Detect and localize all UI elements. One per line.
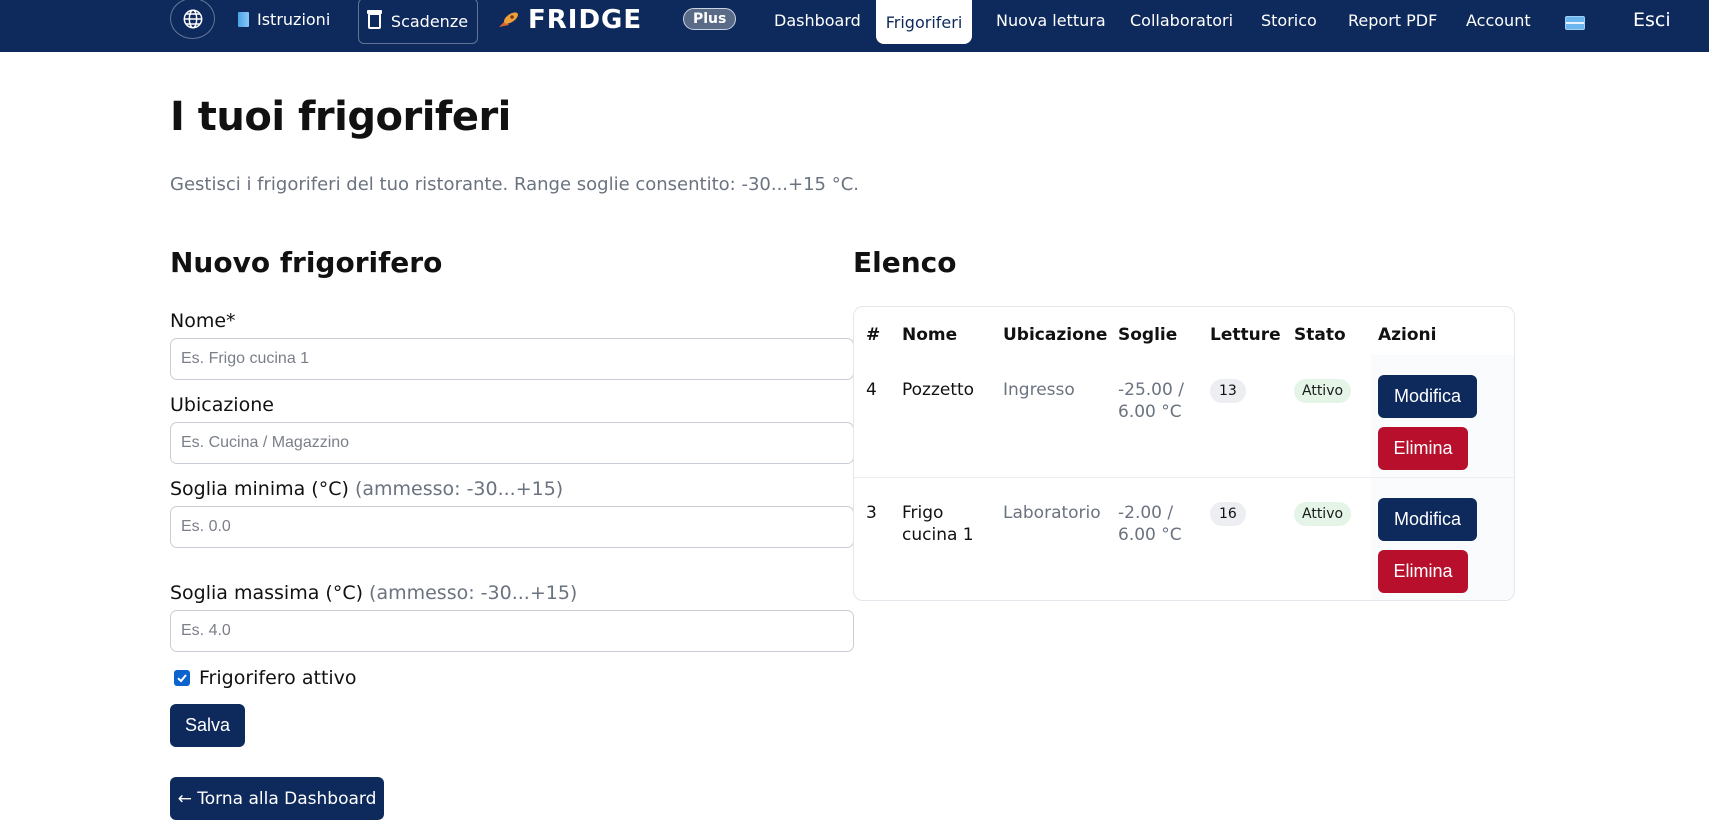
soglia-massima-hint: (ammesso: -30...+15) bbox=[369, 582, 578, 604]
istruzioni-label: Istruzioni bbox=[257, 9, 331, 29]
istruzioni-link[interactable]: Istruzioni bbox=[238, 0, 330, 38]
top-navbar: Istruzioni Scadenze FRIDGE Plus Dashboar… bbox=[0, 0, 1709, 52]
form-heading: Nuovo frigorifero bbox=[170, 246, 443, 279]
brand-logo[interactable]: FRIDGE bbox=[496, 0, 642, 40]
soglia-minima-input[interactable] bbox=[170, 506, 854, 548]
plan-badge: Plus bbox=[683, 8, 737, 30]
col-id: # bbox=[866, 325, 881, 345]
language-button[interactable] bbox=[170, 0, 215, 39]
delete-button[interactable]: Elimina bbox=[1378, 427, 1468, 470]
page-title: I tuoi frigoriferi bbox=[170, 94, 511, 140]
row-id: 4 bbox=[866, 380, 877, 400]
row-soglie: -2.00 / 6.00 °C bbox=[1118, 503, 1182, 545]
letture-badge: 13 bbox=[1210, 379, 1246, 403]
soglia-massima-text: Soglia massima (°C) bbox=[170, 582, 363, 604]
col-stato: Stato bbox=[1294, 325, 1346, 345]
book-icon bbox=[238, 11, 249, 27]
list-heading: Elenco bbox=[853, 246, 957, 279]
brand-name: FRIDGE bbox=[528, 5, 643, 35]
nav-dashboard[interactable]: Dashboard bbox=[774, 0, 861, 40]
soglia-minima-hint: (ammesso: -30...+15) bbox=[354, 478, 564, 500]
col-ubicazione: Ubicazione bbox=[1003, 325, 1108, 345]
ubicazione-input[interactable] bbox=[170, 422, 854, 464]
nav-report-pdf[interactable]: Report PDF bbox=[1348, 0, 1437, 40]
attivo-checkbox-row[interactable]: Frigorifero attivo bbox=[174, 667, 357, 689]
nav-account[interactable]: Account bbox=[1466, 0, 1531, 40]
row-ubicazione: Laboratorio bbox=[1003, 503, 1101, 523]
table-row: 3 Frigo cucina 1 Laboratorio -2.00 / 6.0… bbox=[854, 477, 1514, 600]
col-soglie: Soglie bbox=[1118, 325, 1178, 345]
attivo-checkbox[interactable] bbox=[174, 670, 190, 686]
fridges-table: # Nome Ubicazione Soglie Letture Stato A… bbox=[853, 306, 1515, 601]
nav-collaboratori[interactable]: Collaboratori bbox=[1130, 0, 1233, 40]
edit-button[interactable]: Modifica bbox=[1378, 498, 1477, 541]
soglia-minima-text: Soglia minima (°C) bbox=[170, 478, 349, 500]
scadenze-label: Scadenze bbox=[390, 11, 469, 31]
status-badge: Attivo bbox=[1294, 379, 1352, 403]
globe-icon bbox=[183, 9, 202, 28]
letture-badge: 16 bbox=[1210, 502, 1246, 526]
save-button[interactable]: Salva bbox=[170, 704, 245, 747]
nav-storico[interactable]: Storico bbox=[1261, 0, 1317, 40]
col-nome: Nome bbox=[902, 325, 958, 345]
row-ubicazione: Ingresso bbox=[1003, 380, 1075, 400]
jar-icon bbox=[366, 10, 382, 29]
delete-button[interactable]: Elimina bbox=[1378, 550, 1468, 593]
logout-link[interactable]: Esci bbox=[1633, 0, 1671, 40]
col-letture: Letture bbox=[1210, 325, 1281, 345]
status-badge: Attivo bbox=[1294, 502, 1352, 526]
col-azioni: Azioni bbox=[1378, 325, 1437, 345]
ubicazione-label: Ubicazione bbox=[170, 394, 274, 416]
table-row: 4 Pozzetto Ingresso -25.00 / 6.00 °C 13 … bbox=[854, 355, 1514, 477]
row-nome: Pozzetto bbox=[902, 380, 975, 400]
edit-button[interactable]: Modifica bbox=[1378, 375, 1477, 418]
nav-frigoriferi[interactable]: Frigoriferi bbox=[876, 0, 972, 44]
row-soglie: -25.00 / 6.00 °C bbox=[1118, 380, 1184, 422]
nome-input[interactable] bbox=[170, 338, 854, 380]
soglia-massima-label: Soglia massima (°C) (ammesso: -30...+15) bbox=[170, 582, 577, 604]
back-to-dashboard-button[interactable]: ← Torna alla Dashboard bbox=[170, 777, 384, 820]
attivo-label: Frigorifero attivo bbox=[199, 667, 357, 689]
rocket-icon bbox=[499, 12, 518, 27]
row-id: 3 bbox=[866, 503, 877, 523]
soglia-massima-input[interactable] bbox=[170, 610, 854, 652]
credit-card-icon[interactable] bbox=[1565, 16, 1585, 30]
nav-nuova-lettura[interactable]: Nuova lettura bbox=[996, 0, 1106, 40]
row-nome: Frigo cucina 1 bbox=[902, 503, 974, 545]
soglia-minima-label: Soglia minima (°C) (ammesso: -30...+15) bbox=[170, 478, 563, 500]
page-subtitle: Gestisci i frigoriferi del tuo ristorant… bbox=[170, 174, 860, 195]
nome-label: Nome* bbox=[170, 310, 236, 332]
scadenze-button[interactable]: Scadenze bbox=[358, 0, 478, 44]
checkmark-icon bbox=[177, 674, 187, 683]
